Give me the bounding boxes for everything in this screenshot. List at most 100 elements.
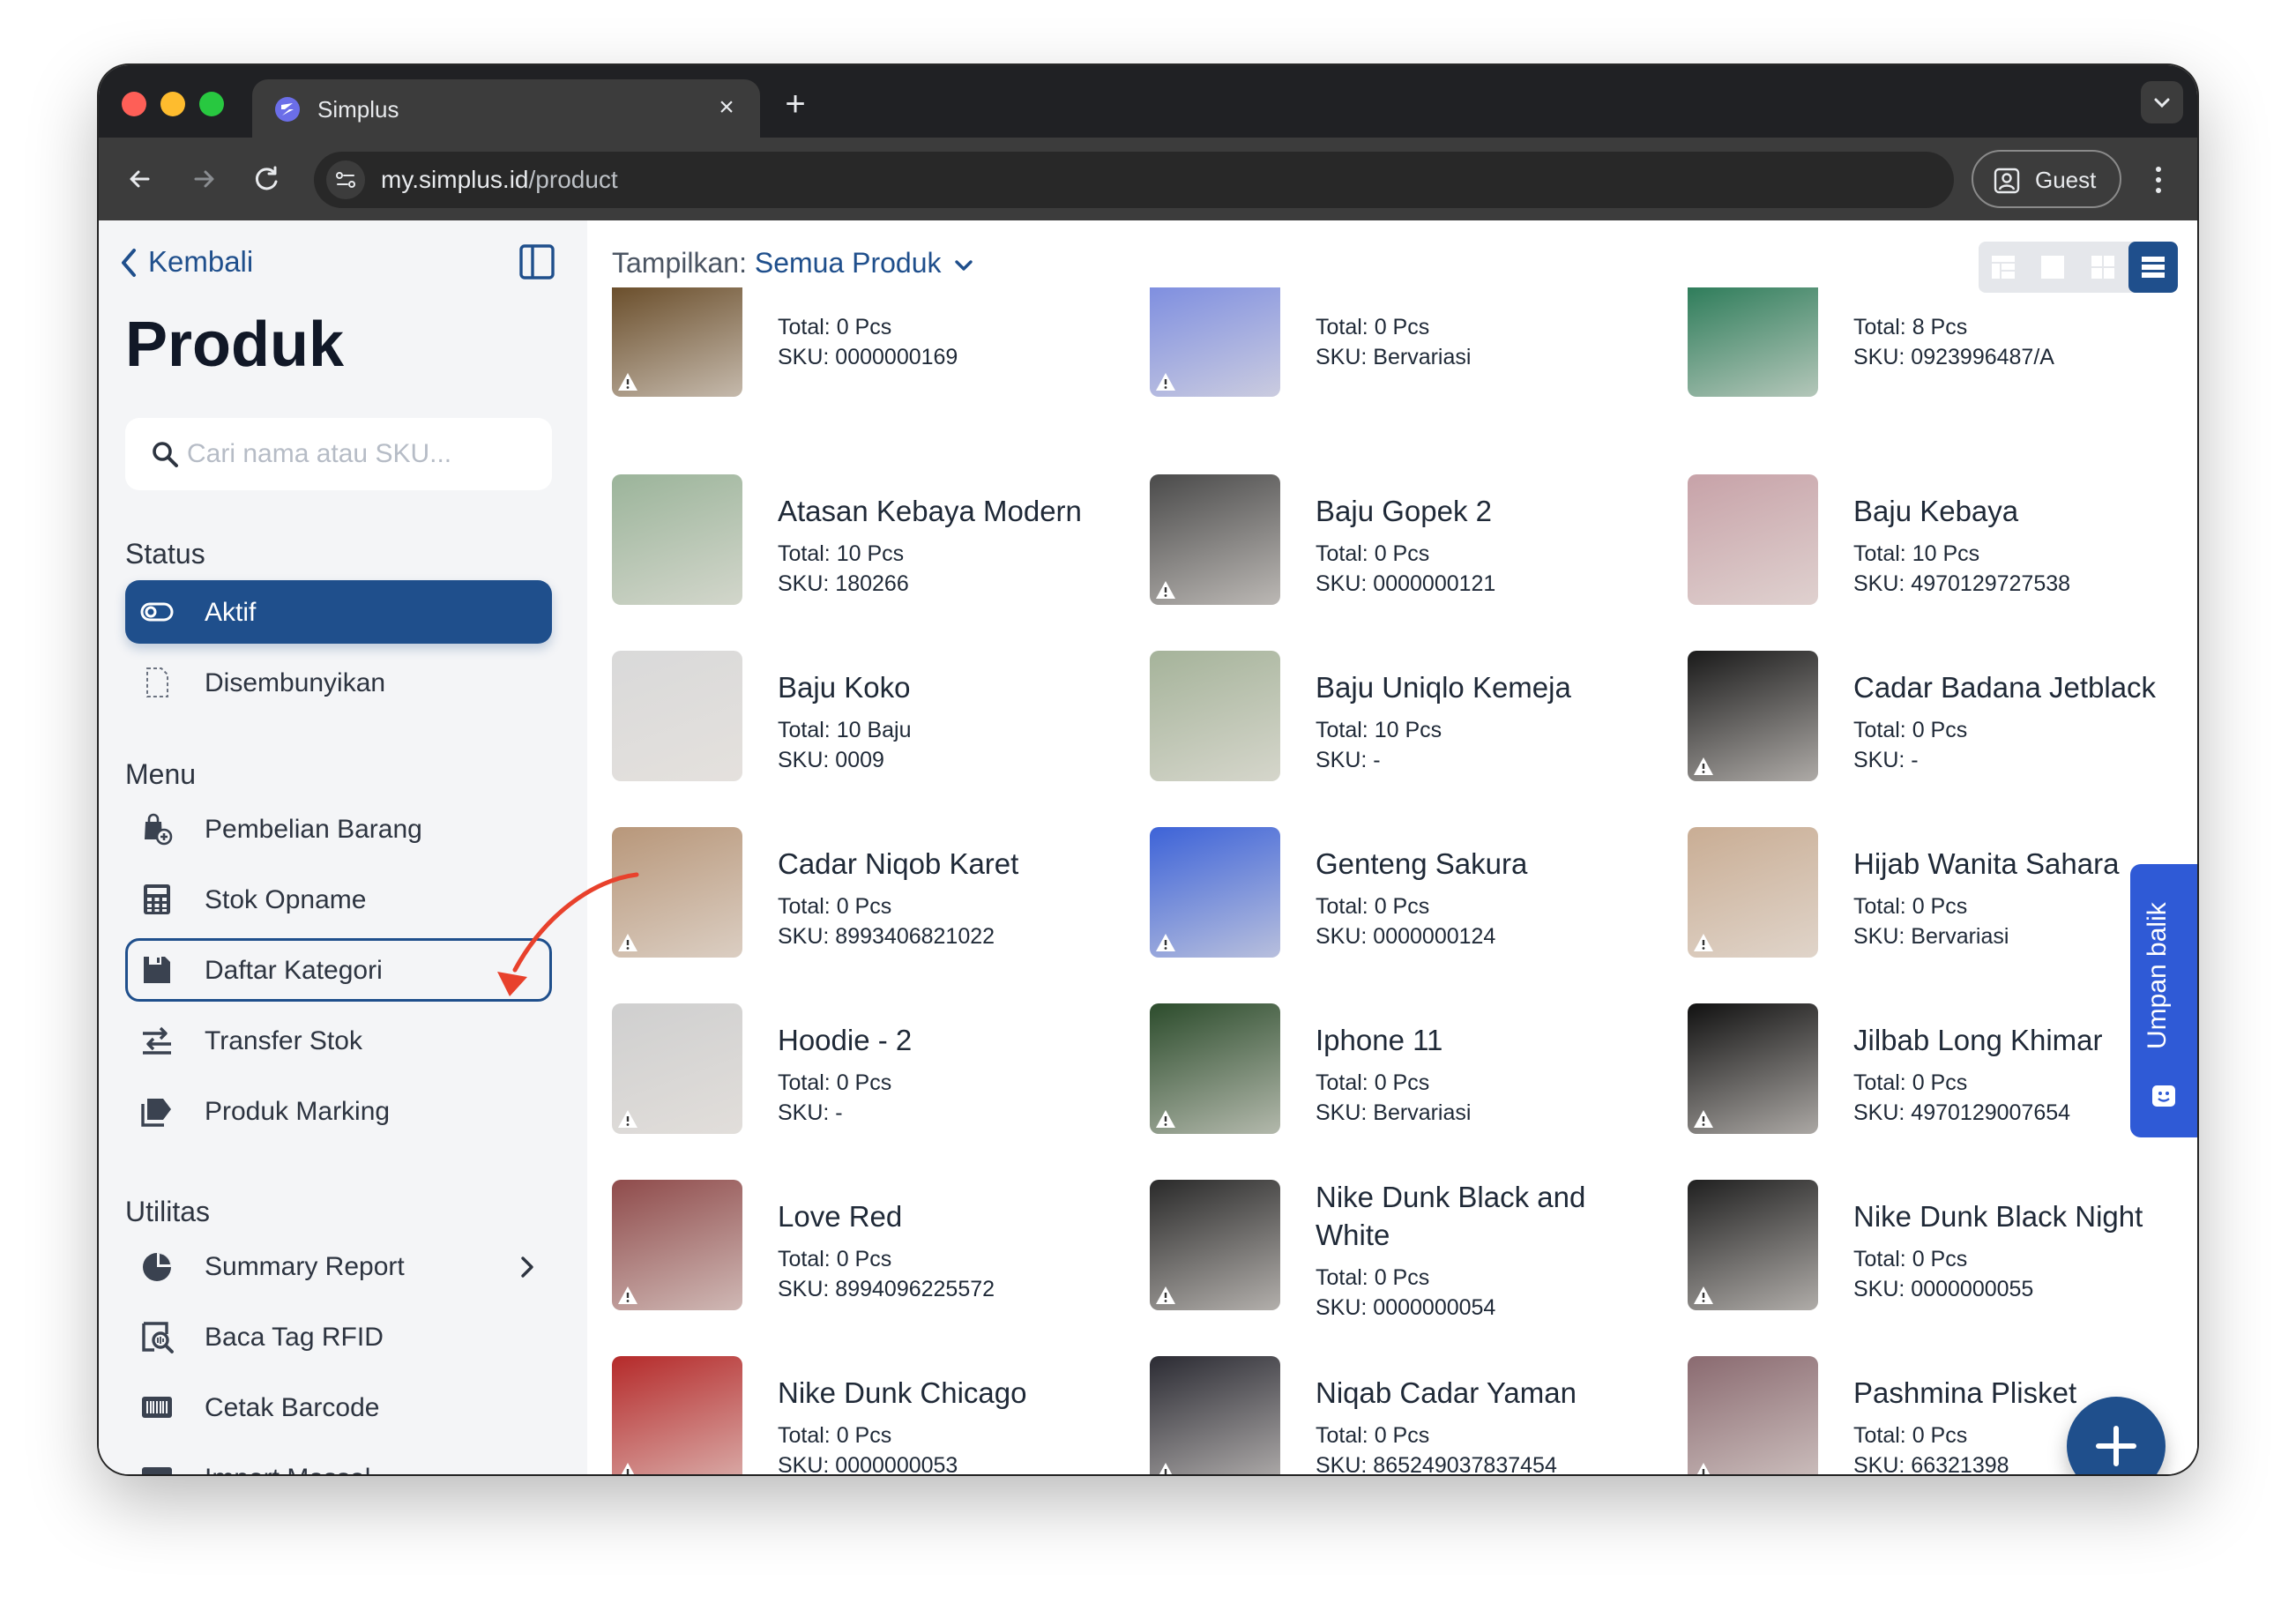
status-item-disembunyikan[interactable]: Disembunyikan bbox=[125, 651, 552, 714]
product-total: Total: 0 Pcs bbox=[778, 1422, 892, 1448]
product-info: Genteng Sakura Total: 0 Pcs SKU: 000000012… bbox=[1316, 827, 1651, 968]
smile-icon bbox=[2152, 1085, 2175, 1107]
feedback-tab[interactable]: Umpan balik bbox=[2130, 864, 2197, 1137]
site-settings-icon[interactable] bbox=[326, 160, 365, 199]
product-card[interactable]: Nike Dunk Black Night Total: 0 Pcs SKU: 00… bbox=[1688, 1180, 2181, 1338]
product-card[interactable]: Atasan Kebaya Modern Total: 10 Pcs SKU: 18… bbox=[612, 474, 1106, 633]
product-thumbnail bbox=[1688, 827, 1818, 958]
product-thumbnail bbox=[1688, 287, 1818, 397]
browser-menu-icon[interactable] bbox=[2150, 160, 2167, 199]
product-card[interactable]: Cadar Niqob Karet Total: 0 Pcs SKU: 899340… bbox=[612, 827, 1106, 986]
product-card[interactable]: Love Red Total: 0 Pcs SKU: 8994096225572 bbox=[612, 1180, 1106, 1338]
product-name: Nike Dunk Black and White bbox=[1316, 1181, 1586, 1251]
product-total: Total: 0 Pcs bbox=[1316, 315, 1430, 339]
product-thumbnail bbox=[1150, 474, 1280, 605]
product-card[interactable]: Baju Kebaya Total: 10 Pcs SKU: 49701297275… bbox=[1688, 474, 2181, 633]
grid-view-button[interactable] bbox=[2078, 242, 2128, 293]
browser-toolbar: my.simplus.id/product Guest bbox=[99, 138, 2197, 220]
product-info: Baju Koko Total: 10 Baju SKU: 0009 bbox=[778, 651, 1113, 792]
product-card[interactable]: Baju Uniqlo Kemeja Total: 10 Pcs SKU: - bbox=[1150, 651, 1644, 809]
utility-item-summary-report[interactable]: Summary Report bbox=[125, 1234, 552, 1298]
product-card[interactable]: Cadar Badana Jetblack Total: 0 Pcs SKU: - bbox=[1688, 651, 2181, 809]
utility-item-baca-tag-rfid[interactable]: Baca Tag RFID bbox=[125, 1305, 552, 1368]
product-total: Total: 0 Pcs bbox=[778, 893, 892, 919]
utility-item-label: Baca Tag RFID bbox=[205, 1323, 384, 1352]
feedback-label: Umpan balik bbox=[2143, 902, 2172, 1049]
product-card[interactable]: Baju Koko Total: 10 Baju SKU: 0009 bbox=[612, 651, 1106, 809]
utility-item-cetak-barcode[interactable]: Cetak Barcode bbox=[125, 1376, 552, 1439]
product-card[interactable]: Genteng Sakura Total: 0 Pcs SKU: 000000012… bbox=[1150, 827, 1644, 986]
maximize-window-button[interactable] bbox=[199, 92, 224, 116]
product-name: Hoodie - 2 bbox=[778, 1023, 913, 1056]
list-view-button[interactable] bbox=[2128, 242, 2178, 293]
minimize-window-button[interactable] bbox=[160, 92, 185, 116]
table-view-button[interactable] bbox=[1979, 242, 2028, 293]
product-sku: SKU: 0000000055 bbox=[1853, 1276, 2034, 1301]
status-item-aktif[interactable]: Aktif bbox=[125, 580, 552, 644]
product-name: Niqab Cadar Yaman bbox=[1316, 1376, 1577, 1409]
product-card[interactable]: Total: 0 Pcs SKU: Bervariasi bbox=[1150, 287, 1644, 446]
product-thumbnail bbox=[612, 651, 742, 781]
product-card[interactable]: Hoodie - 2 Total: 0 Pcs SKU: - bbox=[612, 1003, 1106, 1162]
product-info: Iphone 11 Total: 0 Pcs SKU: Bervariasi bbox=[1316, 1003, 1651, 1144]
product-sku: SKU: 4970129727538 bbox=[1853, 570, 2071, 596]
filter-label: Tampilkan: bbox=[612, 247, 747, 279]
browser-tab[interactable]: Simplus × bbox=[252, 79, 760, 138]
product-card[interactable]: Iphone 11 Total: 0 Pcs SKU: Bervariasi bbox=[1150, 1003, 1644, 1162]
back-arrow-icon[interactable] bbox=[120, 159, 160, 199]
menu-item-daftar-kategori[interactable]: Daftar Kategori bbox=[125, 938, 552, 1002]
reload-icon[interactable] bbox=[247, 159, 287, 199]
product-card[interactable]: Baju Gopek 2 Total: 0 Pcs SKU: 0000000121 bbox=[1150, 474, 1644, 633]
tab-bar: Simplus × + bbox=[99, 65, 2197, 138]
product-card[interactable]: Nike Dunk Black and White Total: 0 Pcs SKU… bbox=[1150, 1180, 1644, 1338]
sidebar: Kembali Produk Status Aktif bbox=[99, 220, 587, 1474]
product-total: Total: 0 Pcs bbox=[1316, 1070, 1430, 1095]
product-thumbnail bbox=[1150, 1356, 1280, 1474]
product-thumbnail bbox=[612, 1180, 742, 1310]
url-text: my.simplus.id/product bbox=[381, 166, 618, 194]
product-thumbnail bbox=[1150, 1003, 1280, 1134]
utility-item-import-massal[interactable]: Import Massal bbox=[125, 1446, 552, 1474]
product-sku: SKU: Bervariasi bbox=[1316, 345, 1472, 369]
new-tab-icon[interactable]: + bbox=[774, 83, 816, 125]
product-card[interactable]: Total: 8 Pcs SKU: 0923996487/A bbox=[1688, 287, 2181, 446]
close-window-button[interactable] bbox=[122, 92, 146, 116]
plus-icon bbox=[2096, 1426, 2136, 1466]
product-card[interactable]: Hijab Wanita Sahara Total: 0 Pcs SKU: Berv… bbox=[1688, 827, 2181, 986]
tab-search-button[interactable] bbox=[2141, 81, 2183, 123]
import-icon bbox=[142, 1467, 172, 1474]
address-bar[interactable]: my.simplus.id/product bbox=[314, 152, 1954, 208]
display-filter[interactable]: Tampilkan: Semua Produk bbox=[612, 247, 973, 280]
menu-item-stok-opname[interactable]: Stok Opname bbox=[125, 868, 552, 931]
menu-item-pembelian-barang[interactable]: Pembelian Barang bbox=[125, 797, 552, 861]
product-total: Total: 0 Pcs bbox=[1316, 1265, 1430, 1290]
single-view-button[interactable] bbox=[2028, 242, 2077, 293]
product-card[interactable]: Nike Dunk Chicago Total: 0 Pcs SKU: 000000… bbox=[612, 1356, 1106, 1474]
product-card[interactable]: Niqab Cadar Yaman Total: 0 Pcs SKU: 865249… bbox=[1150, 1356, 1644, 1474]
single-layout-icon bbox=[2041, 256, 2064, 279]
product-name: Baju Kebaya bbox=[1853, 494, 2019, 527]
filter-value: Semua Produk bbox=[754, 247, 942, 279]
warning-icon bbox=[1156, 934, 1175, 951]
tab-close-icon[interactable]: × bbox=[709, 90, 744, 125]
product-card[interactable]: Jilbab Long Khimar Total: 0 Pcs SKU: 49701… bbox=[1688, 1003, 2181, 1162]
search-input[interactable] bbox=[185, 430, 538, 478]
pie-chart-icon bbox=[143, 1253, 171, 1281]
menu-item-label: Pembelian Barang bbox=[205, 815, 422, 844]
barcode-icon bbox=[142, 1397, 172, 1418]
menu-item-transfer-stok[interactable]: Transfer Stok bbox=[125, 1009, 552, 1072]
search-box[interactable] bbox=[125, 418, 552, 490]
warning-icon bbox=[1694, 1110, 1713, 1128]
product-sku: SKU: 0000000169 bbox=[778, 345, 958, 369]
product-card[interactable]: Total: 0 Pcs SKU: 0000000169 bbox=[612, 287, 1106, 446]
forward-arrow-icon[interactable] bbox=[183, 159, 224, 199]
product-total: Total: 10 Pcs bbox=[778, 541, 905, 566]
profile-button[interactable]: Guest bbox=[1972, 150, 2121, 208]
list-layout-icon bbox=[2142, 257, 2165, 278]
warning-icon bbox=[618, 934, 637, 951]
sidebar-toggle-icon[interactable] bbox=[518, 243, 555, 280]
utilities-heading: Utilitas bbox=[125, 1196, 211, 1227]
chevron-left-icon bbox=[122, 249, 136, 277]
product-sku: SKU: 8994096225572 bbox=[778, 1276, 995, 1301]
menu-item-produk-marking[interactable]: Produk Marking bbox=[125, 1079, 552, 1143]
